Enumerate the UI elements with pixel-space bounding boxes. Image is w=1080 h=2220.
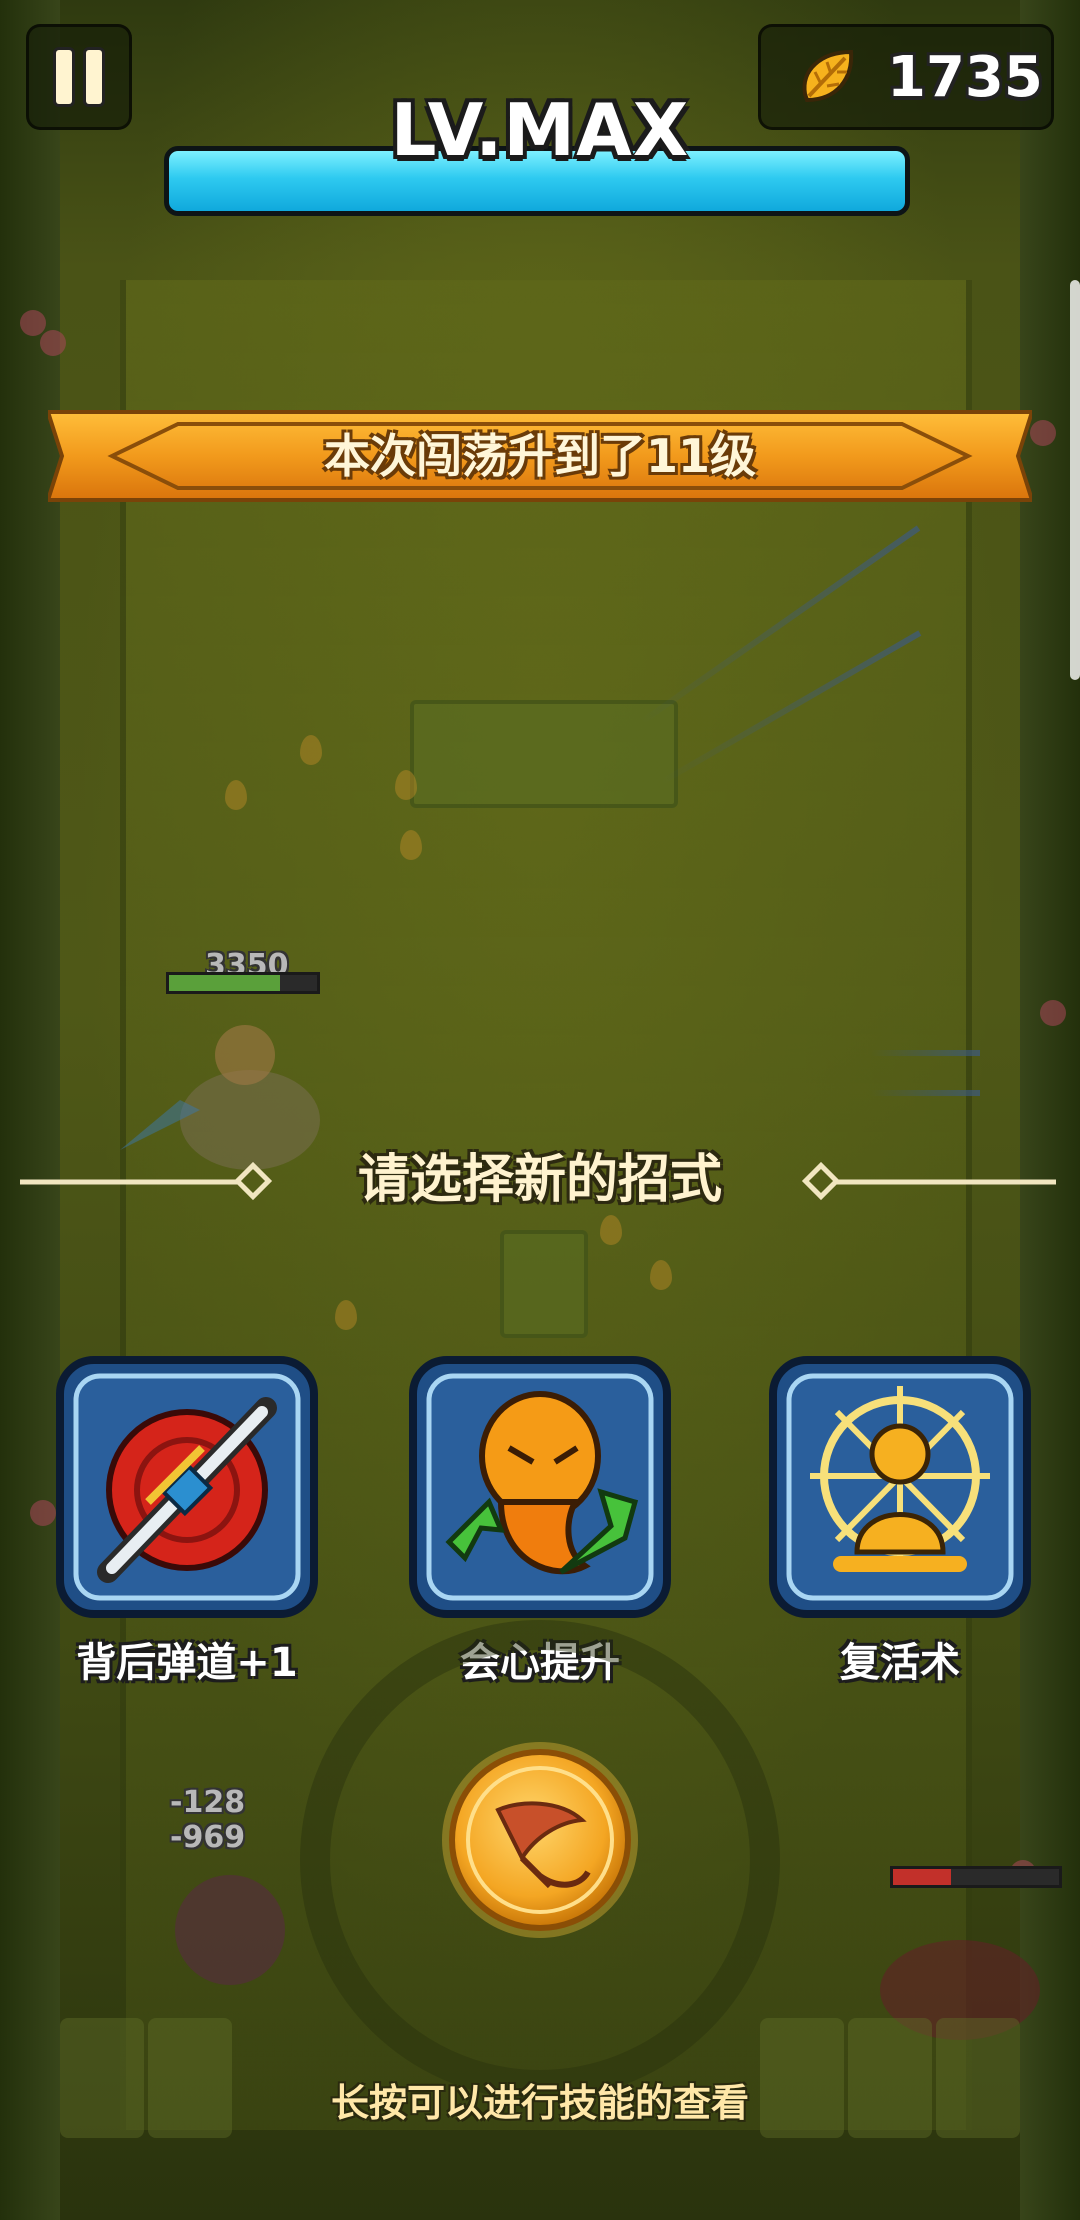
blossom-decoration	[1040, 1000, 1066, 1026]
skill-card-back-projectile[interactable]: 背后弹道+1	[42, 1352, 332, 1692]
wooden-crate	[500, 1230, 588, 1338]
revive-monk-icon	[769, 1356, 1031, 1618]
level-up-banner: 本次闯荡升到了11级	[45, 408, 1035, 504]
leaf-coin-drop	[400, 830, 422, 860]
leaf-coin-drop	[600, 1215, 622, 1245]
damage-number: -128	[170, 1785, 246, 1820]
skill-selection-header: 请选择新的招式	[0, 1148, 1080, 1212]
long-press-hint: 长按可以进行技能的查看	[330, 2081, 749, 2125]
wooden-crate	[410, 700, 678, 808]
crit-boost-icon	[409, 1356, 671, 1618]
skill-card-revive[interactable]: 复活术	[755, 1352, 1045, 1692]
blossom-decoration	[20, 310, 46, 336]
sword-target-icon	[56, 1356, 318, 1618]
leaf-coin-drop	[225, 780, 247, 810]
skill-name: 背后弹道+1	[76, 1640, 298, 1686]
enemy-hp-bar	[166, 972, 320, 994]
thrown-dart	[870, 1090, 980, 1096]
leaf-coin-drop	[650, 1260, 672, 1290]
enemy-ninja	[175, 1875, 285, 1985]
skill-name: 复活术	[840, 1640, 960, 1686]
leaf-coin-drop	[300, 735, 322, 765]
banner-text: 本次闯荡升到了11级	[323, 429, 756, 483]
damage-number: -969	[170, 1820, 246, 1855]
scrollbar[interactable]	[1070, 280, 1080, 680]
level-label: LV.MAX	[390, 88, 690, 172]
leaf-coin-drop	[335, 1300, 357, 1330]
attack-button[interactable]	[440, 1740, 640, 1940]
thrown-dart	[870, 1050, 980, 1056]
right-divider-ornament	[801, 1162, 1056, 1201]
enemy-hp-bar	[890, 1866, 1062, 1888]
leaf-coin-drop	[395, 770, 417, 800]
blossom-decoration	[40, 330, 66, 356]
blossom-decoration	[1030, 420, 1056, 446]
